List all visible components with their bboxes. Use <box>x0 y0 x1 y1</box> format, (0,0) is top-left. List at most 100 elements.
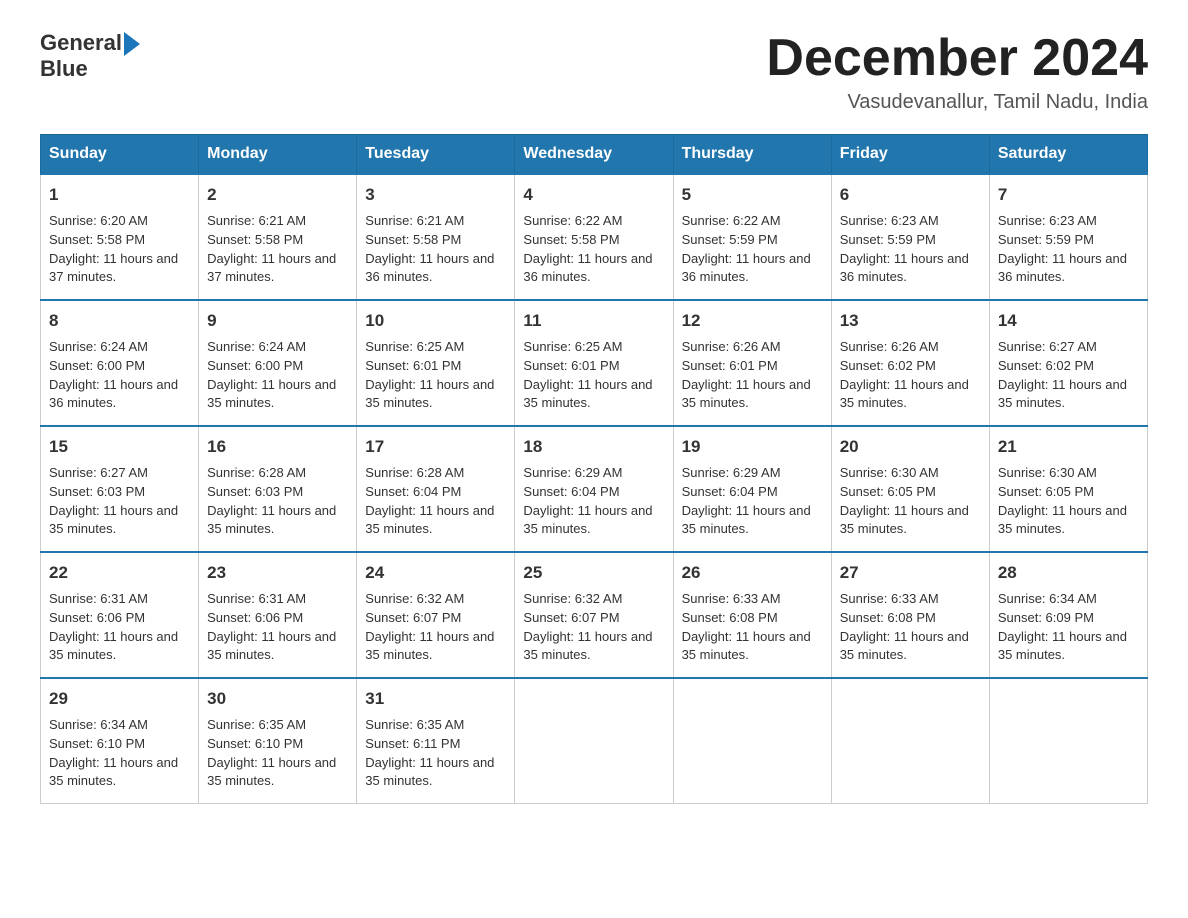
calendar-cell: 27 Sunrise: 6:33 AMSunset: 6:08 PMDaylig… <box>831 552 989 678</box>
calendar-cell: 7 Sunrise: 6:23 AMSunset: 5:59 PMDayligh… <box>989 174 1147 300</box>
day-number: 14 <box>998 309 1139 334</box>
calendar-cell: 9 Sunrise: 6:24 AMSunset: 6:00 PMDayligh… <box>199 300 357 426</box>
calendar-cell: 20 Sunrise: 6:30 AMSunset: 6:05 PMDaylig… <box>831 426 989 552</box>
day-info: Sunrise: 6:26 AMSunset: 6:02 PMDaylight:… <box>840 339 969 411</box>
logo-area: General Blue <box>40 30 140 83</box>
day-header-sunday: Sunday <box>41 135 199 175</box>
day-number: 8 <box>49 309 190 334</box>
calendar-cell: 16 Sunrise: 6:28 AMSunset: 6:03 PMDaylig… <box>199 426 357 552</box>
day-info: Sunrise: 6:34 AMSunset: 6:09 PMDaylight:… <box>998 591 1127 663</box>
day-number: 31 <box>365 687 506 712</box>
day-header-tuesday: Tuesday <box>357 135 515 175</box>
day-info: Sunrise: 6:21 AMSunset: 5:58 PMDaylight:… <box>207 213 336 285</box>
day-number: 7 <box>998 183 1139 208</box>
day-number: 9 <box>207 309 348 334</box>
day-number: 5 <box>682 183 823 208</box>
calendar-cell: 4 Sunrise: 6:22 AMSunset: 5:58 PMDayligh… <box>515 174 673 300</box>
calendar-cell: 19 Sunrise: 6:29 AMSunset: 6:04 PMDaylig… <box>673 426 831 552</box>
day-header-friday: Friday <box>831 135 989 175</box>
calendar-cell: 14 Sunrise: 6:27 AMSunset: 6:02 PMDaylig… <box>989 300 1147 426</box>
calendar-cell: 25 Sunrise: 6:32 AMSunset: 6:07 PMDaylig… <box>515 552 673 678</box>
day-info: Sunrise: 6:29 AMSunset: 6:04 PMDaylight:… <box>682 465 811 537</box>
day-number: 30 <box>207 687 348 712</box>
month-title: December 2024 <box>766 30 1148 87</box>
calendar-cell: 22 Sunrise: 6:31 AMSunset: 6:06 PMDaylig… <box>41 552 199 678</box>
day-number: 24 <box>365 561 506 586</box>
day-info: Sunrise: 6:22 AMSunset: 5:59 PMDaylight:… <box>682 213 811 285</box>
logo-general-text: General <box>40 30 122 56</box>
day-number: 23 <box>207 561 348 586</box>
day-info: Sunrise: 6:21 AMSunset: 5:58 PMDaylight:… <box>365 213 494 285</box>
day-number: 2 <box>207 183 348 208</box>
day-number: 17 <box>365 435 506 460</box>
calendar-cell: 24 Sunrise: 6:32 AMSunset: 6:07 PMDaylig… <box>357 552 515 678</box>
day-number: 1 <box>49 183 190 208</box>
calendar-cell: 12 Sunrise: 6:26 AMSunset: 6:01 PMDaylig… <box>673 300 831 426</box>
calendar-cell: 21 Sunrise: 6:30 AMSunset: 6:05 PMDaylig… <box>989 426 1147 552</box>
day-number: 27 <box>840 561 981 586</box>
day-info: Sunrise: 6:27 AMSunset: 6:03 PMDaylight:… <box>49 465 178 537</box>
calendar-week-row: 8 Sunrise: 6:24 AMSunset: 6:00 PMDayligh… <box>41 300 1148 426</box>
calendar-cell: 8 Sunrise: 6:24 AMSunset: 6:00 PMDayligh… <box>41 300 199 426</box>
day-header-wednesday: Wednesday <box>515 135 673 175</box>
day-number: 15 <box>49 435 190 460</box>
calendar-cell: 28 Sunrise: 6:34 AMSunset: 6:09 PMDaylig… <box>989 552 1147 678</box>
day-info: Sunrise: 6:30 AMSunset: 6:05 PMDaylight:… <box>840 465 969 537</box>
day-number: 19 <box>682 435 823 460</box>
calendar-cell <box>515 678 673 804</box>
day-number: 29 <box>49 687 190 712</box>
calendar-cell: 6 Sunrise: 6:23 AMSunset: 5:59 PMDayligh… <box>831 174 989 300</box>
day-info: Sunrise: 6:28 AMSunset: 6:04 PMDaylight:… <box>365 465 494 537</box>
calendar-cell: 2 Sunrise: 6:21 AMSunset: 5:58 PMDayligh… <box>199 174 357 300</box>
day-info: Sunrise: 6:24 AMSunset: 6:00 PMDaylight:… <box>49 339 178 411</box>
day-info: Sunrise: 6:23 AMSunset: 5:59 PMDaylight:… <box>840 213 969 285</box>
calendar-header-row: SundayMondayTuesdayWednesdayThursdayFrid… <box>41 135 1148 175</box>
day-info: Sunrise: 6:31 AMSunset: 6:06 PMDaylight:… <box>49 591 178 663</box>
day-number: 26 <box>682 561 823 586</box>
calendar-cell: 26 Sunrise: 6:33 AMSunset: 6:08 PMDaylig… <box>673 552 831 678</box>
calendar-week-row: 22 Sunrise: 6:31 AMSunset: 6:06 PMDaylig… <box>41 552 1148 678</box>
calendar-cell <box>989 678 1147 804</box>
day-info: Sunrise: 6:32 AMSunset: 6:07 PMDaylight:… <box>365 591 494 663</box>
day-info: Sunrise: 6:22 AMSunset: 5:58 PMDaylight:… <box>523 213 652 285</box>
day-number: 20 <box>840 435 981 460</box>
calendar-table: SundayMondayTuesdayWednesdayThursdayFrid… <box>40 134 1148 804</box>
calendar-cell: 1 Sunrise: 6:20 AMSunset: 5:58 PMDayligh… <box>41 174 199 300</box>
calendar-cell: 29 Sunrise: 6:34 AMSunset: 6:10 PMDaylig… <box>41 678 199 804</box>
calendar-cell: 31 Sunrise: 6:35 AMSunset: 6:11 PMDaylig… <box>357 678 515 804</box>
day-number: 11 <box>523 309 664 334</box>
day-info: Sunrise: 6:23 AMSunset: 5:59 PMDaylight:… <box>998 213 1127 285</box>
day-info: Sunrise: 6:26 AMSunset: 6:01 PMDaylight:… <box>682 339 811 411</box>
calendar-cell: 18 Sunrise: 6:29 AMSunset: 6:04 PMDaylig… <box>515 426 673 552</box>
day-header-monday: Monday <box>199 135 357 175</box>
day-number: 16 <box>207 435 348 460</box>
day-info: Sunrise: 6:33 AMSunset: 6:08 PMDaylight:… <box>682 591 811 663</box>
day-info: Sunrise: 6:33 AMSunset: 6:08 PMDaylight:… <box>840 591 969 663</box>
day-info: Sunrise: 6:27 AMSunset: 6:02 PMDaylight:… <box>998 339 1127 411</box>
location-text: Vasudevanallur, Tamil Nadu, India <box>766 91 1148 114</box>
day-info: Sunrise: 6:32 AMSunset: 6:07 PMDaylight:… <box>523 591 652 663</box>
day-info: Sunrise: 6:24 AMSunset: 6:00 PMDaylight:… <box>207 339 336 411</box>
day-info: Sunrise: 6:34 AMSunset: 6:10 PMDaylight:… <box>49 717 178 789</box>
day-header-thursday: Thursday <box>673 135 831 175</box>
day-info: Sunrise: 6:31 AMSunset: 6:06 PMDaylight:… <box>207 591 336 663</box>
day-number: 21 <box>998 435 1139 460</box>
day-number: 18 <box>523 435 664 460</box>
day-info: Sunrise: 6:35 AMSunset: 6:11 PMDaylight:… <box>365 717 494 789</box>
logo-blue-text: Blue <box>40 56 88 82</box>
day-number: 22 <box>49 561 190 586</box>
day-info: Sunrise: 6:25 AMSunset: 6:01 PMDaylight:… <box>365 339 494 411</box>
calendar-cell: 11 Sunrise: 6:25 AMSunset: 6:01 PMDaylig… <box>515 300 673 426</box>
calendar-cell: 23 Sunrise: 6:31 AMSunset: 6:06 PMDaylig… <box>199 552 357 678</box>
calendar-cell <box>673 678 831 804</box>
day-number: 10 <box>365 309 506 334</box>
page-header: General Blue December 2024 Vasudevanallu… <box>40 30 1148 114</box>
day-info: Sunrise: 6:20 AMSunset: 5:58 PMDaylight:… <box>49 213 178 285</box>
day-number: 3 <box>365 183 506 208</box>
day-number: 25 <box>523 561 664 586</box>
day-number: 12 <box>682 309 823 334</box>
day-number: 4 <box>523 183 664 208</box>
day-number: 13 <box>840 309 981 334</box>
day-info: Sunrise: 6:25 AMSunset: 6:01 PMDaylight:… <box>523 339 652 411</box>
calendar-cell: 5 Sunrise: 6:22 AMSunset: 5:59 PMDayligh… <box>673 174 831 300</box>
